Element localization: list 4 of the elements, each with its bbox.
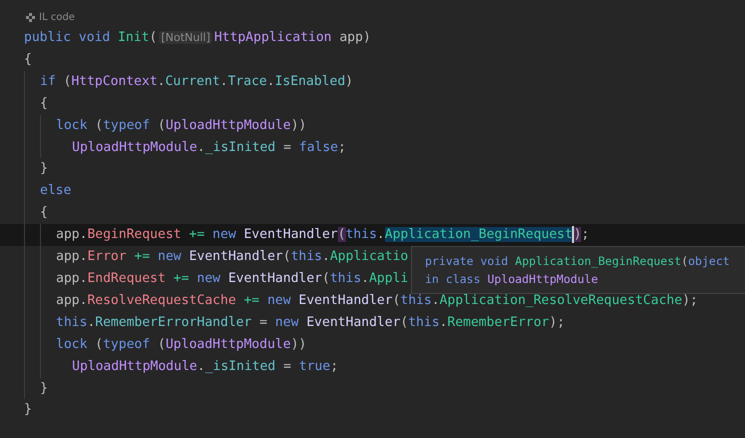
tooltip-line: private void Application_BeginRequest(object <box>425 253 731 270</box>
diamond-dots-icon <box>26 12 35 22</box>
tooltip-line: in class UploadHttpModule <box>425 271 600 288</box>
il-code-label[interactable]: IL code <box>39 12 75 22</box>
